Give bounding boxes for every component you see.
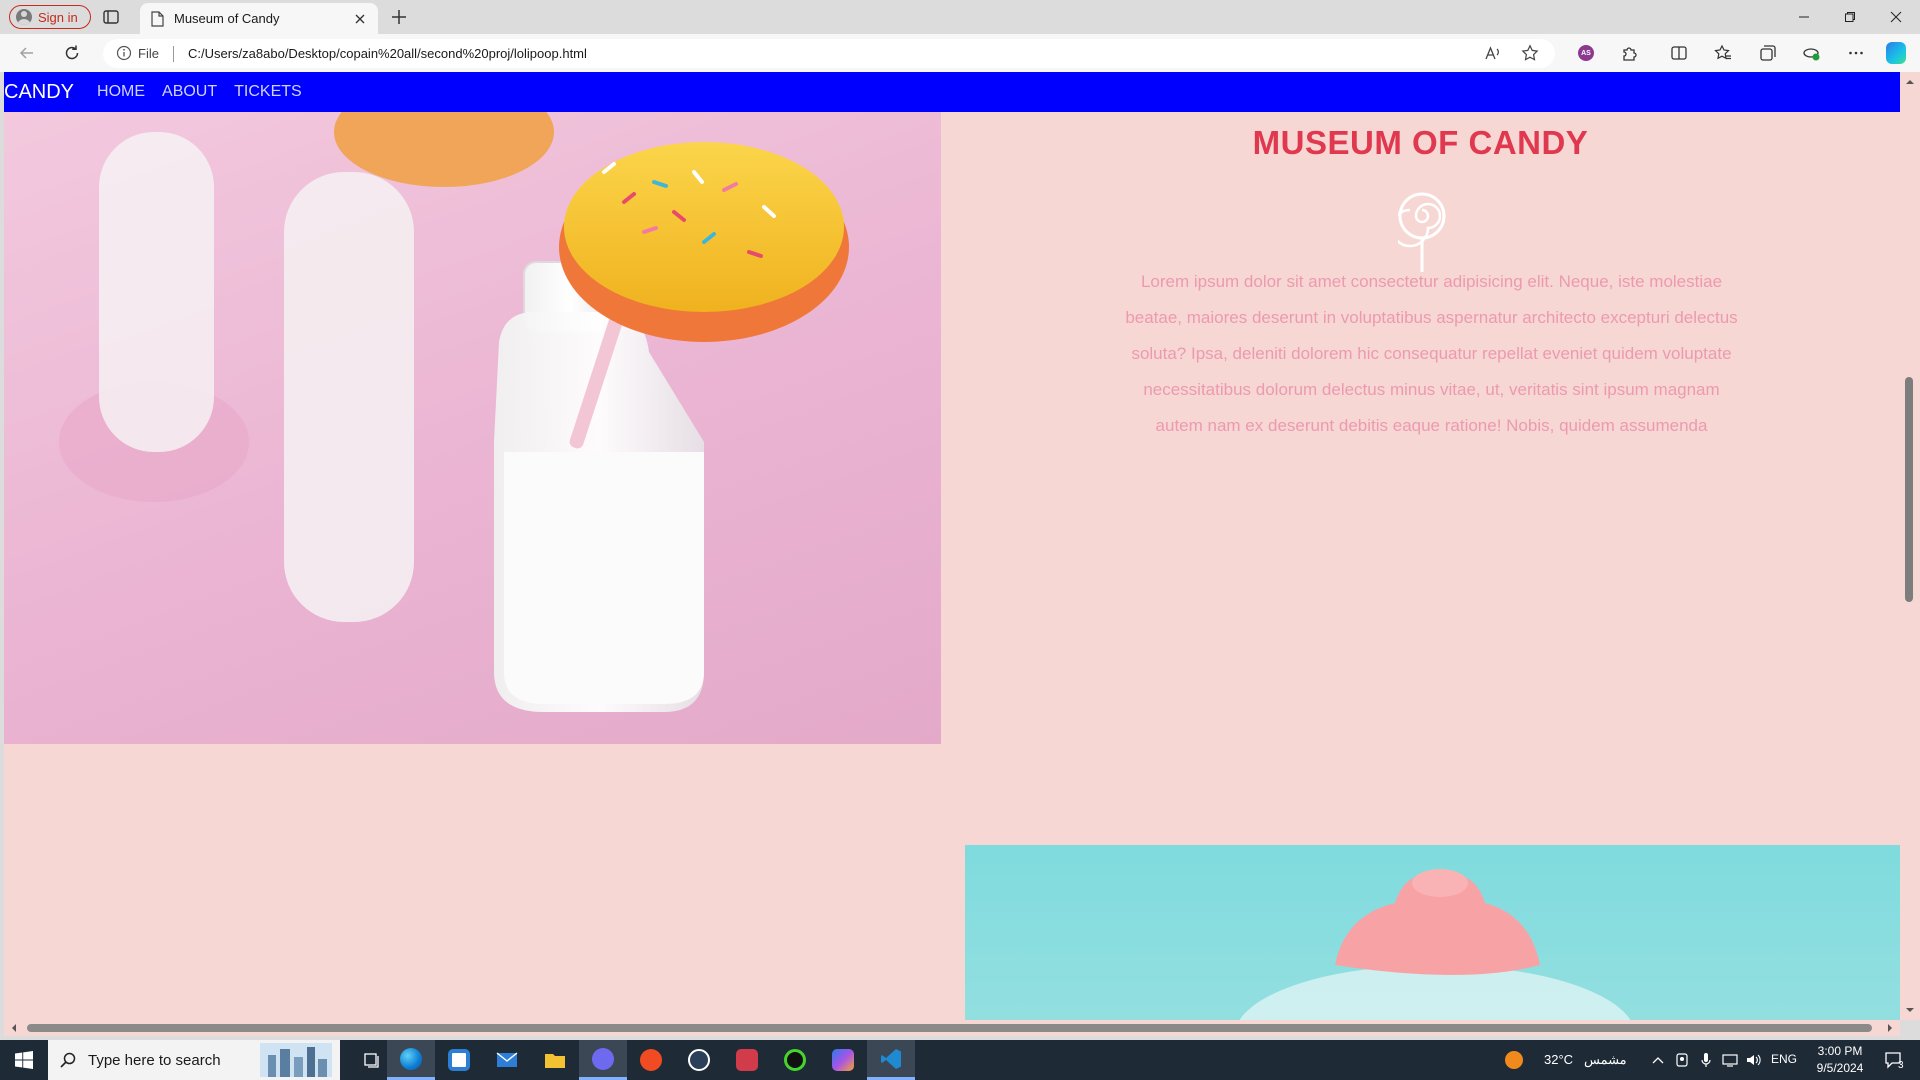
volume-icon[interactable] [1742,1040,1766,1080]
browser-toolbar: File C:/Users/za8abo/Desktop/copain%20al… [0,34,1920,72]
discord-taskbar-icon[interactable] [579,1040,627,1080]
milk-donut-image [4,112,941,744]
more-options-icon[interactable] [1846,43,1866,63]
ea-taskbar-icon[interactable] [627,1040,675,1080]
url-text[interactable]: C:/Users/za8abo/Desktop/copain%20all/sec… [188,46,587,61]
razer-taskbar-icon[interactable] [771,1040,819,1080]
vertical-scrollbar[interactable] [1900,72,1920,1020]
horizontal-scroll-thumb[interactable] [27,1024,1872,1032]
scheme-label: File [138,45,159,61]
lollipop-icon [1398,192,1446,274]
candy-jar-image [965,845,1900,1020]
windows-logo-icon [15,1051,33,1069]
weather-temperature[interactable]: 32°C [1544,1052,1573,1067]
steam-taskbar-icon[interactable] [675,1040,723,1080]
address-bar[interactable]: File C:/Users/za8abo/Desktop/copain%20al… [103,39,1555,68]
horizontal-scrollbar[interactable] [4,1020,1900,1036]
show-hidden-icons-icon[interactable] [1646,1040,1670,1080]
clock-date[interactable]: 9/5/2024 [1812,1061,1868,1075]
search-highlight-image [260,1043,332,1077]
copilot-taskbar-icon[interactable] [819,1040,867,1080]
sign-in-button[interactable]: Sign in [9,5,91,29]
start-button[interactable] [0,1040,48,1080]
page-icon [151,10,164,27]
profile-avatar-icon [16,9,32,25]
address-divider [173,46,174,62]
vscode-taskbar-icon[interactable] [867,1040,915,1080]
notifications-icon[interactable]: 3 [1874,1040,1914,1080]
edge-taskbar-icon[interactable] [387,1040,435,1080]
microphone-icon[interactable] [1694,1040,1718,1080]
vertical-scroll-thumb[interactable] [1905,377,1913,602]
weather-condition[interactable]: مشمس [1584,1052,1627,1068]
taskbar-search-box[interactable]: Type here to search [48,1040,340,1080]
profile-badge-icon[interactable]: AS [1576,43,1596,63]
sign-in-label: Sign in [38,9,78,25]
browser-essentials-icon[interactable] [1801,43,1821,63]
input-language[interactable]: ENG [1771,1052,1797,1066]
weather-icon[interactable] [1500,1040,1528,1080]
page-title: MUSEUM OF CANDY [1252,124,1589,161]
new-tab-icon[interactable] [389,7,409,27]
notification-count: 3 [1898,1060,1904,1071]
brand-logo[interactable]: CANDY [4,81,74,104]
windows-taskbar: Type here to search 32°C مشمس ENG 3:00 P… [0,1040,1920,1080]
valorant-taskbar-icon[interactable] [723,1040,771,1080]
site-info-button[interactable]: File [116,45,159,61]
camera-tray-icon[interactable] [1670,1040,1694,1080]
restore-icon[interactable] [1827,0,1873,34]
search-placeholder: Type here to search [88,1051,221,1069]
nav-home-link[interactable]: HOME [97,83,145,101]
site-navbar: CANDY HOME ABOUT TICKETS [4,72,1900,112]
copilot-icon[interactable] [1886,42,1906,64]
page-viewport: CANDY HOME ABOUT TICKETS MUSEUM OF CANDY… [4,72,1900,1020]
store-taskbar-icon[interactable] [435,1040,483,1080]
nav-tickets-link[interactable]: TICKETS [234,83,302,101]
search-icon [60,1052,76,1068]
info-icon [116,45,132,61]
tab-museum-of-candy[interactable]: Museum of Candy [140,3,378,34]
minimize-icon[interactable] [1781,0,1827,34]
favorites-icon[interactable] [1713,43,1733,63]
intro-paragraph: Lorem ipsum dolor sit amet consectetur a… [1125,272,1738,435]
clock-time[interactable]: 3:00 PM [1812,1044,1868,1058]
split-screen-icon[interactable] [1669,43,1689,63]
browser-tab-strip: Sign in Museum of Candy [0,0,1920,34]
tab-actions-icon[interactable] [101,7,121,27]
refresh-icon[interactable] [62,43,82,63]
favorite-star-icon[interactable] [1520,43,1540,63]
file-explorer-taskbar-icon[interactable] [531,1040,579,1080]
tab-title: Museum of Candy [174,11,280,26]
nav-about-link[interactable]: ABOUT [162,83,217,101]
back-icon[interactable] [17,43,37,63]
close-tab-icon[interactable] [352,11,368,27]
read-aloud-icon[interactable] [1483,43,1503,63]
mail-taskbar-icon[interactable] [483,1040,531,1080]
collections-icon[interactable] [1758,43,1778,63]
extensions-icon[interactable] [1620,43,1640,63]
close-window-icon[interactable] [1873,0,1919,34]
network-icon[interactable] [1718,1040,1742,1080]
